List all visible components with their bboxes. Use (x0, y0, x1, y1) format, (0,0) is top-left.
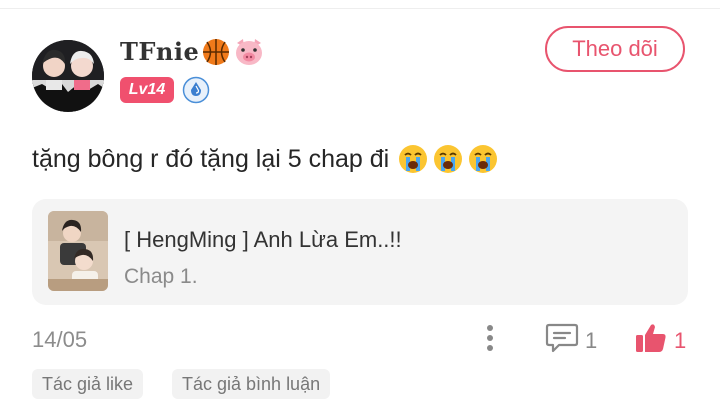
pig-face-icon (236, 39, 263, 65)
chapter-reference-card[interactable]: [ HengMing ] Anh Lừa Em..!! Chap 1. (32, 199, 688, 305)
author-liked-tag: Tác giả like (32, 369, 144, 399)
loudly-crying-face-icon (469, 145, 498, 173)
like-count: 1 (674, 328, 687, 353)
follow-button-label: Theo dõi (572, 36, 658, 61)
more-options-icon[interactable] (478, 322, 502, 354)
chapter-thumbnail (48, 211, 108, 291)
level-badge: Lv14 (120, 77, 174, 103)
chapter-reference-chapter: Chap 1. (124, 265, 198, 288)
top-divider (0, 8, 720, 9)
reply-comment-icon[interactable] (545, 322, 579, 354)
username[interactable]: TFnie (120, 36, 265, 68)
comment-date: 14/05 (32, 327, 88, 352)
chapter-reference-title: [ HengMing ] Anh Lừa Em..!! (124, 227, 402, 252)
follow-button[interactable]: Theo dõi (545, 26, 685, 72)
author-commented-tag: Tác giả bình luận (172, 369, 331, 399)
comment-text: tặng bông r đó tặng lại 5 chap đi (32, 145, 390, 173)
basketball-icon (203, 39, 230, 65)
water-drop-rank-icon (182, 76, 210, 104)
loudly-crying-face-icon (399, 145, 428, 173)
thumbs-up-icon[interactable] (634, 322, 668, 354)
username-text: TFnie (120, 37, 200, 66)
avatar[interactable] (32, 40, 104, 112)
reply-count: 1 (585, 328, 598, 353)
emoji-group (397, 143, 499, 175)
loudly-crying-face-icon (434, 145, 463, 173)
comment-body: tặng bông r đó tặng lại 5 chap đi (32, 139, 499, 179)
